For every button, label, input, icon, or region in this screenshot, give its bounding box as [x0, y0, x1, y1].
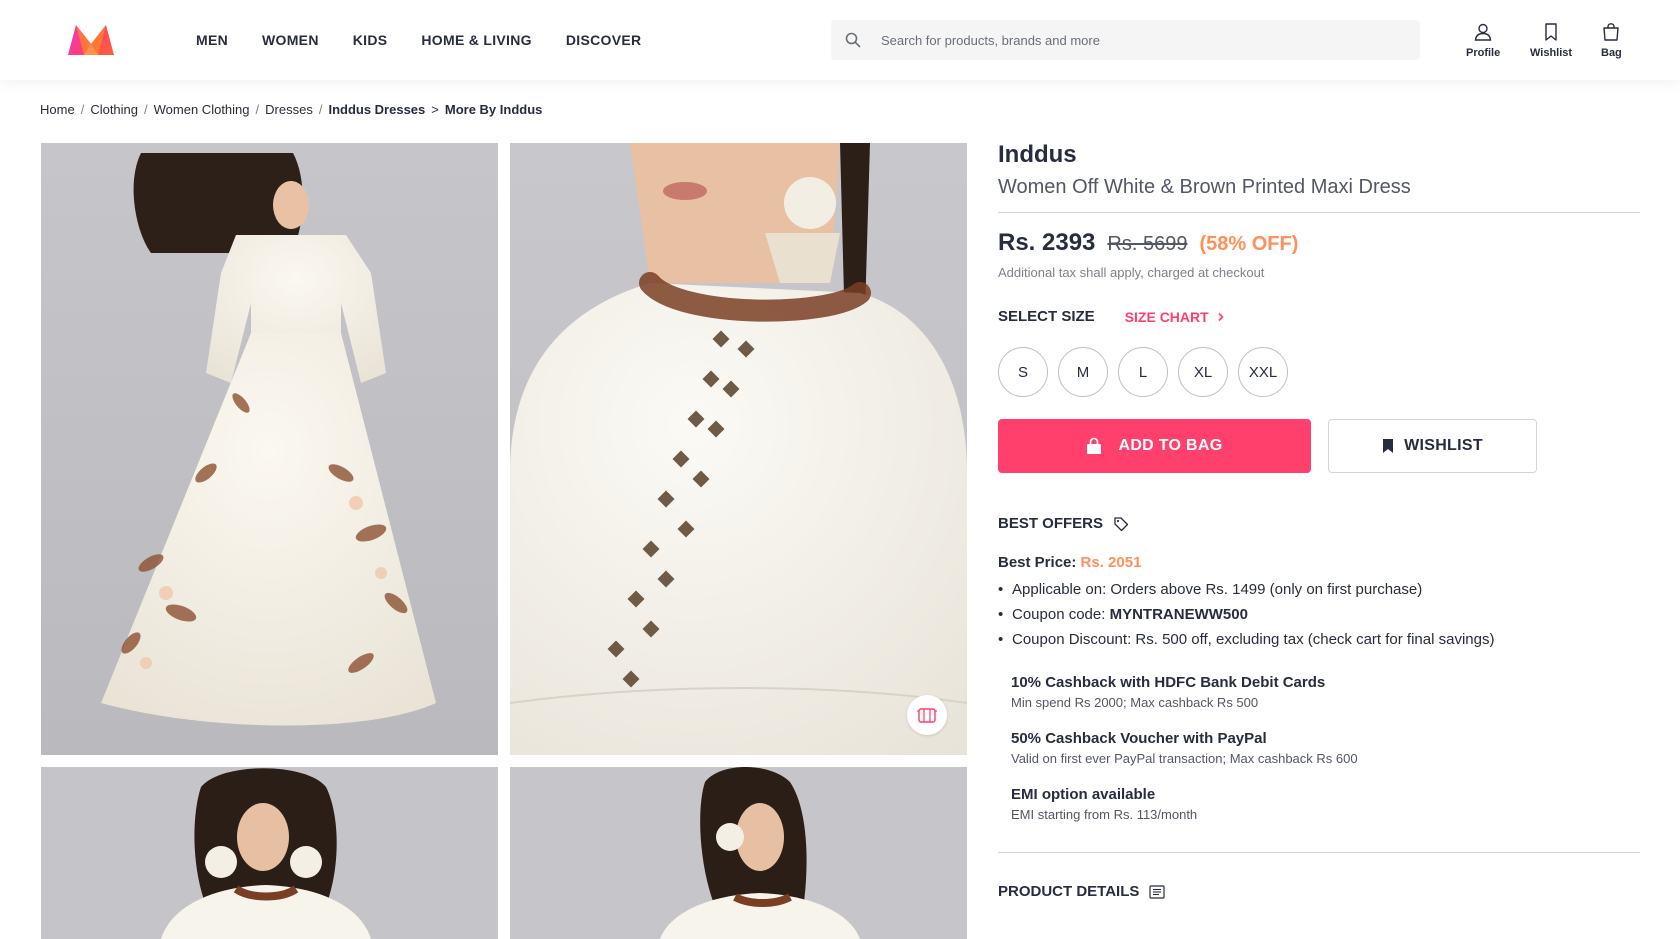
wishlist-label: Wishlist	[1530, 47, 1573, 59]
add-to-bag-button[interactable]: ADD TO BAG	[998, 419, 1311, 473]
size-option-xxl[interactable]: XXL	[1238, 347, 1288, 397]
tax-note: Additional tax shall apply, charged at c…	[998, 265, 1265, 280]
best-price-value: Rs. 2051	[1080, 554, 1142, 571]
add-to-bag-label: ADD TO BAG	[1118, 437, 1223, 454]
bag-lock-icon	[1087, 437, 1102, 454]
bookmark-icon	[1545, 23, 1557, 41]
selling-price: Rs. 2393	[998, 229, 1096, 256]
product-details-title: PRODUCT DETAILS	[998, 883, 1140, 900]
size-option-m[interactable]: M	[1058, 347, 1108, 397]
breadcrumb-separator: /	[80, 102, 85, 117]
best-price-line: Best Price: Rs. 2051	[998, 554, 1640, 571]
search-icon[interactable]	[831, 32, 875, 48]
product-image-1[interactable]	[41, 143, 498, 755]
size-option-s[interactable]: S	[998, 347, 1048, 397]
profile-label: Profile	[1466, 47, 1501, 59]
size-header: SELECT SIZE SIZE CHART	[998, 308, 1640, 325]
divider	[998, 212, 1640, 213]
breadcrumb: Home / Clothing / Women Clothing / Dress…	[40, 102, 542, 117]
nav-women[interactable]: WOMEN	[262, 32, 319, 48]
offer-title: 10% Cashback with HDFC Bank Debit Cards	[1011, 674, 1326, 691]
search-bar	[831, 20, 1420, 60]
offer-applicable: Applicable on: Orders above Rs. 1499 (on…	[1012, 581, 1423, 598]
size-options: S M L XL XXL	[998, 347, 1640, 397]
bag-label: Bag	[1601, 47, 1622, 59]
select-size-title: SELECT SIZE	[998, 308, 1095, 325]
offer-emi: EMI option available EMI starting from R…	[1011, 786, 1640, 822]
breadcrumb-home[interactable]: Home	[40, 102, 75, 117]
product-info: Inddus Women Off White & Brown Printed M…	[998, 140, 1640, 900]
main-nav: MEN WOMEN KIDS HOME & LIVING DISCOVER	[196, 0, 675, 80]
size-option-l[interactable]: L	[1118, 347, 1168, 397]
breadcrumb-more-by-inddus[interactable]: More By Inddus	[445, 102, 543, 117]
nav-men[interactable]: MEN	[196, 32, 228, 48]
cta-buttons: ADD TO BAG WISHLIST	[998, 419, 1640, 473]
mrp-price: Rs. 5699	[1107, 233, 1188, 255]
product-name: Women Off White & Brown Printed Maxi Dre…	[998, 176, 1411, 198]
breadcrumb-separator: /	[255, 102, 260, 117]
myntra-logo[interactable]	[66, 22, 116, 58]
best-offers-header: BEST OFFERS	[998, 515, 1640, 532]
wishlist-button[interactable]: WISHLIST	[1328, 419, 1537, 473]
chevron-right-icon	[1218, 312, 1224, 321]
similar-icon	[917, 708, 937, 723]
list-item: • Coupon Discount: Rs. 500 off, excluding…	[998, 627, 1640, 652]
nav-home-living[interactable]: HOME & LIVING	[421, 32, 531, 48]
product-image-2[interactable]	[510, 143, 967, 755]
profile-action[interactable]: Profile	[1466, 22, 1500, 59]
wishlist-action[interactable]: Wishlist	[1530, 22, 1572, 59]
bookmark-filled-icon	[1383, 439, 1394, 453]
breadcrumb-chevron: >	[431, 102, 439, 117]
product-details-header: PRODUCT DETAILS	[998, 883, 1640, 900]
offer-title: EMI option available	[1011, 786, 1156, 803]
discount-percent: (58% OFF)	[1199, 233, 1299, 255]
tag-icon	[1114, 516, 1129, 531]
divider	[998, 852, 1640, 853]
offer-title: 50% Cashback Voucher with PayPal	[1011, 730, 1267, 747]
product-image-4[interactable]	[510, 767, 967, 939]
best-price-label: Best Price:	[998, 554, 1077, 571]
breadcrumb-separator: /	[144, 102, 148, 117]
coupon-code: MYNTRANEWW500	[1109, 606, 1248, 623]
nav-discover[interactable]: DISCOVER	[566, 32, 642, 48]
offer-conditions: • Applicable on: Orders above Rs. 1499 (o…	[998, 577, 1640, 652]
offer-subtitle: Valid on first ever PayPal transaction; …	[1011, 751, 1358, 766]
breadcrumb-women-clothing[interactable]: Women Clothing	[154, 102, 250, 117]
profile-icon	[1474, 23, 1492, 41]
size-chart-link[interactable]: SIZE CHART	[1125, 309, 1225, 325]
product-brand[interactable]: Inddus	[998, 140, 1640, 170]
list-item: • Coupon code: MYNTRANEWW500	[998, 602, 1640, 627]
bag-action[interactable]: Bag	[1601, 22, 1622, 59]
size-chart-label: SIZE CHART	[1124, 308, 1209, 325]
size-option-xl[interactable]: XL	[1178, 347, 1228, 397]
wishlist-button-label: WISHLIST	[1404, 437, 1483, 454]
breadcrumb-separator: /	[318, 102, 323, 117]
nav-kids[interactable]: KIDS	[353, 32, 388, 48]
breadcrumb-clothing[interactable]: Clothing	[90, 102, 138, 117]
product-image-3[interactable]	[41, 767, 498, 939]
header: MEN WOMEN KIDS HOME & LIVING DISCOVER Pr…	[0, 0, 1680, 80]
offer-hdfc: 10% Cashback with HDFC Bank Debit Cards …	[1011, 674, 1640, 710]
details-icon	[1149, 884, 1165, 899]
offer-subtitle: EMI starting from Rs. 113/month	[1011, 807, 1198, 822]
view-similar-button[interactable]	[907, 695, 947, 735]
offer-subtitle: Min spend Rs 2000; Max cashback Rs 500	[1011, 695, 1259, 710]
coupon-label: Coupon code:	[1012, 606, 1110, 623]
bag-icon	[1603, 23, 1620, 41]
list-item: • Applicable on: Orders above Rs. 1499 (o…	[998, 577, 1640, 602]
price-row: Rs. 2393 Rs. 5699 (58% OFF)	[998, 229, 1640, 257]
best-offers-title: BEST OFFERS	[998, 515, 1104, 532]
coupon-discount: Coupon Discount: Rs. 500 off, excluding …	[1012, 631, 1495, 648]
breadcrumb-dresses[interactable]: Dresses	[265, 102, 313, 117]
search-input[interactable]	[875, 20, 1395, 60]
breadcrumb-inddus-dresses[interactable]: Inddus Dresses	[328, 102, 425, 117]
offer-paypal: 50% Cashback Voucher with PayPal Valid o…	[1011, 730, 1640, 766]
